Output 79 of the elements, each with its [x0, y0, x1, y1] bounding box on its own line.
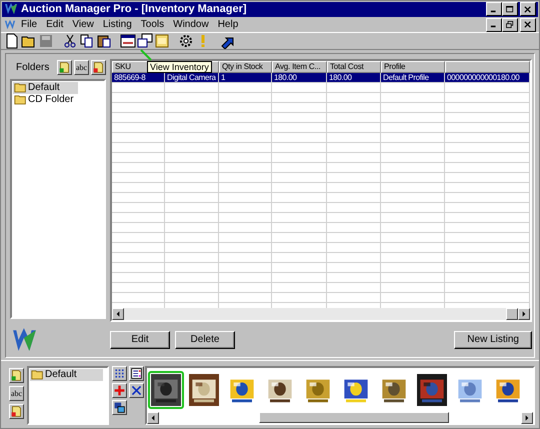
notepad-icon[interactable]: [154, 32, 170, 49]
menu-item[interactable]: Window: [169, 19, 213, 30]
window-title: Auction Manager Pro - [Inventory Manager]: [21, 3, 247, 16]
table-cell: 1: [219, 72, 272, 83]
scroll-left-button[interactable]: [147, 412, 159, 424]
copy-icon[interactable]: [79, 32, 95, 49]
action-button[interactable]: Edit: [110, 330, 170, 349]
left-arrow-icon: [116, 310, 120, 317]
scroll-thumb[interactable]: [506, 308, 518, 320]
column-header[interactable]: [445, 60, 530, 73]
save-icon[interactable]: [38, 32, 54, 49]
folder-icon: [31, 369, 44, 380]
gear-icon[interactable]: [178, 32, 194, 49]
folder-name: Default: [28, 82, 60, 94]
close-icon: [524, 6, 532, 13]
delete-icon[interactable]: [129, 382, 144, 398]
column-header[interactable]: Avg. Item C...: [272, 60, 327, 73]
folders-label: Folders: [15, 62, 50, 74]
delete-folder-icon[interactable]: [91, 60, 106, 76]
minimize-button[interactable]: [486, 2, 502, 16]
scroll-left-button[interactable]: [112, 308, 124, 320]
close-icon: [524, 21, 532, 28]
clipboard-icon[interactable]: [96, 32, 112, 49]
minimize-button[interactable]: [486, 18, 502, 32]
table-cell: Default Profile: [381, 72, 445, 83]
tooltip: View Inventory: [147, 60, 212, 73]
right-arrow-icon: [522, 310, 526, 317]
right-arrow-icon: [525, 415, 529, 421]
menu-item[interactable]: Help: [214, 19, 242, 30]
add-folder-icon[interactable]: [57, 60, 72, 76]
menu-item[interactable]: Edit: [42, 19, 68, 30]
folder-name: CD Folder: [28, 94, 74, 106]
table-cell: 180.00: [272, 72, 327, 83]
grid-view-icon[interactable]: [112, 366, 127, 381]
delete-folder-icon[interactable]: [9, 404, 24, 419]
scroll-thumb[interactable]: [259, 412, 449, 423]
horizontal-scrollbar[interactable]: [112, 308, 530, 320]
horizontal-scrollbar[interactable]: [147, 412, 533, 423]
folder-icon: [14, 82, 27, 94]
restore-icon: [506, 21, 514, 28]
column-header[interactable]: Total Cost: [327, 60, 381, 73]
thumbnail[interactable]: [148, 370, 184, 409]
column-header[interactable]: Qty in Stock: [219, 60, 272, 73]
folder-name: Default: [45, 369, 77, 380]
close-button[interactable]: [520, 18, 536, 32]
maximize-button[interactable]: [502, 2, 518, 16]
window-icon[interactable]: [120, 32, 136, 49]
table-cell: 180.00: [327, 72, 381, 83]
menu-item[interactable]: File: [17, 19, 42, 30]
rename-button[interactable]: abc: [9, 386, 24, 401]
folder-item[interactable]: Default: [30, 368, 103, 381]
logo-icon: [4, 2, 18, 16]
menu-item[interactable]: Tools: [136, 19, 168, 30]
maximize-icon: [506, 6, 514, 13]
close-button[interactable]: [520, 2, 536, 16]
action-button[interactable]: New Listing: [454, 330, 532, 349]
table-row[interactable]: 885669-8 Digital Camera 1 180.00 180.00 Default Profile 000000000000180.00: [112, 72, 530, 83]
folder-item[interactable]: Default: [13, 82, 78, 94]
add-icon[interactable]: [112, 382, 127, 398]
new-file-icon[interactable]: [4, 32, 20, 49]
image-icon[interactable]: [112, 400, 127, 415]
add-folder-icon[interactable]: [9, 368, 24, 383]
table-cell: 000000000000180.00: [445, 72, 530, 83]
left-arrow-icon: [151, 415, 155, 421]
scroll-right-button[interactable]: [518, 308, 530, 320]
logo-icon: [12, 326, 38, 353]
restore-button[interactable]: [502, 18, 518, 32]
leader-line: [140, 48, 152, 61]
menu-item[interactable]: View: [68, 19, 98, 30]
menu-item[interactable]: Listing: [98, 19, 136, 30]
folder-item[interactable]: CD Folder: [13, 94, 78, 106]
scissors-icon[interactable]: [62, 32, 78, 49]
windows-icon[interactable]: [137, 32, 153, 49]
action-button[interactable]: Delete: [175, 330, 235, 349]
list-view-icon[interactable]: [129, 366, 144, 381]
rename-button[interactable]: abc: [74, 60, 89, 76]
logo-icon: [4, 18, 16, 31]
column-header[interactable]: Profile: [381, 60, 445, 73]
scroll-right-button[interactable]: [521, 412, 533, 424]
